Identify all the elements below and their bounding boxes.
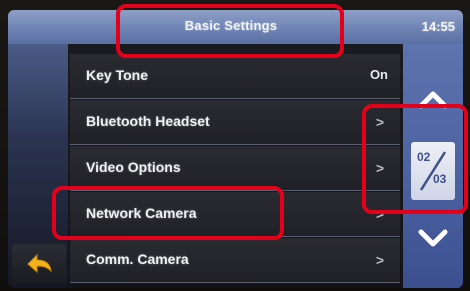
scroll-down-button[interactable] [411, 216, 455, 260]
annotation-title-highlight [116, 4, 344, 58]
list-item-label: Video Options [86, 159, 181, 175]
list-item-comm-camera[interactable]: Comm. Camera > [70, 238, 400, 283]
chevron-down-icon [418, 229, 448, 247]
clock: 14:55 [421, 19, 455, 34]
chevron-right-icon: > [375, 252, 384, 268]
annotation-network-camera-highlight [52, 186, 284, 240]
list-item-key-tone[interactable]: Key Tone On [70, 54, 400, 99]
list-item-label: Key Tone [86, 67, 148, 83]
annotation-page-indicator-highlight [362, 104, 468, 214]
back-arrow-icon [27, 253, 52, 274]
list-item-label: Comm. Camera [86, 251, 189, 267]
list-item-label: Bluetooth Headset [86, 113, 210, 129]
back-button[interactable] [12, 244, 66, 284]
list-item-video-options[interactable]: Video Options > [70, 146, 400, 191]
key-tone-value: On [369, 67, 388, 82]
settings-list: Key Tone On Bluetooth Headset > Video Op… [70, 54, 400, 288]
list-item-bluetooth-headset[interactable]: Bluetooth Headset > [70, 100, 400, 145]
